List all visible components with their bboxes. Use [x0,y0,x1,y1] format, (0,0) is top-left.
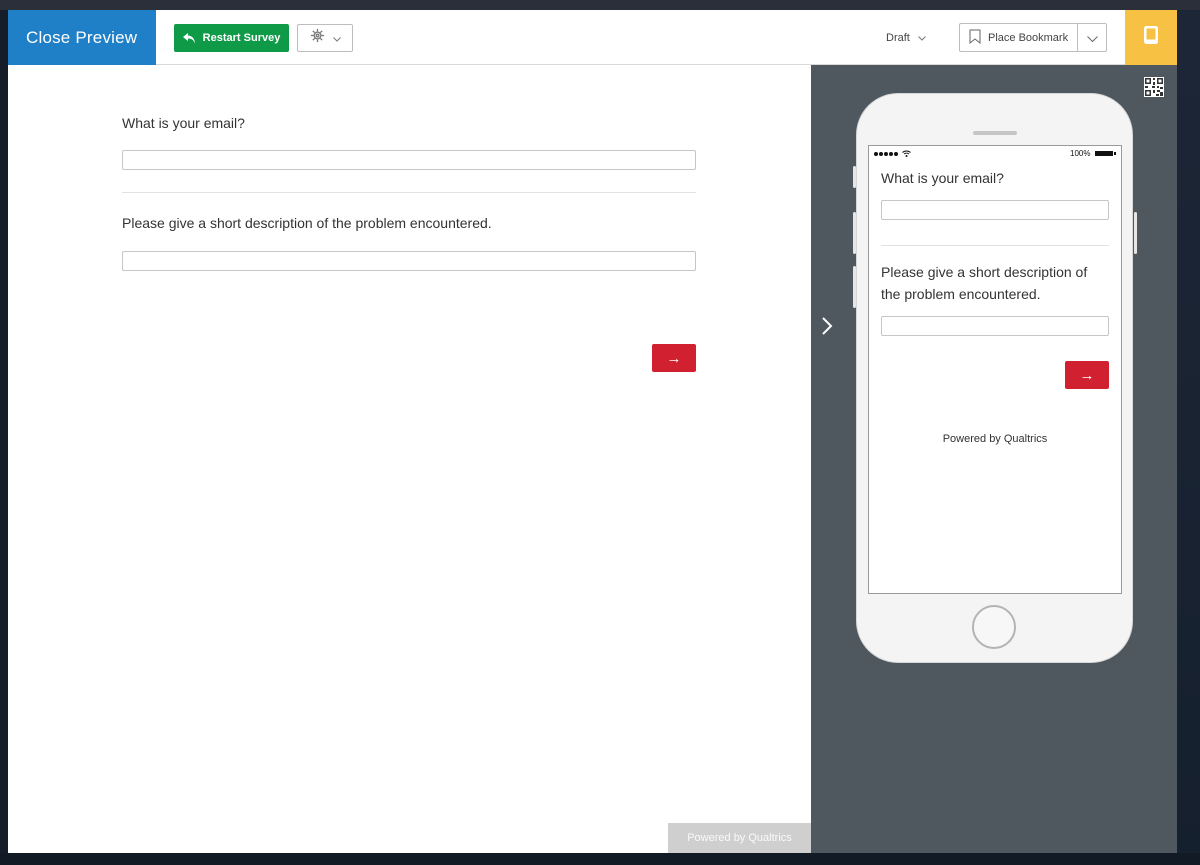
mobile-next-button[interactable]: → [1065,361,1109,389]
phone-volume-up [853,212,856,254]
chevron-down-icon [1086,29,1098,47]
gear-icon [310,28,325,48]
desktop-background-left [0,10,8,853]
restart-survey-button[interactable]: Restart Survey [174,24,289,52]
mobile-device-icon [1144,26,1158,49]
question-divider [122,192,696,193]
place-bookmark-button[interactable]: Place Bookmark [960,24,1078,51]
place-bookmark-control: Place Bookmark [959,23,1107,52]
survey-desktop-view: What is your email? Please give a short … [8,65,811,853]
description-input[interactable] [122,251,696,271]
phone-home-button [972,605,1016,649]
battery-nub [1114,152,1116,155]
bookmark-dropdown-button[interactable] [1078,24,1106,51]
question-description-label: Please give a short description of the p… [122,215,492,231]
phone-status-bar: 100% [869,146,1121,162]
preview-header: Close Preview Restart Survey Draft Place… [8,10,1177,65]
close-preview-button[interactable]: Close Preview [8,10,156,65]
collapse-preview-button[interactable] [819,315,835,337]
restart-survey-label: Restart Survey [202,32,281,44]
next-button[interactable]: → [652,344,696,372]
email-input[interactable] [122,150,696,170]
phone-frame: 100% What is your email? Please give a s… [853,93,1137,663]
mobile-powered-by-qualtrics[interactable]: Powered by Qualtrics [869,433,1121,445]
chevron-down-icon [332,29,341,47]
signal-icon [874,150,911,157]
qr-code-button[interactable] [1144,77,1164,97]
desktop-background-bottom [0,853,1200,865]
powered-by-qualtrics-tab[interactable]: Powered by Qualtrics [668,823,811,853]
phone-volume-down [853,266,856,308]
qr-code-icon [1144,77,1164,101]
mobile-question-email-label: What is your email? [881,170,1004,186]
mobile-description-input[interactable] [881,316,1109,336]
question-email-label: What is your email? [122,115,245,131]
mobile-preview-pane: 100% What is your email? Please give a s… [811,65,1177,853]
browser-top-strip [0,0,1200,10]
version-dropdown[interactable]: Draft [886,29,926,47]
phone-mute-switch [853,166,856,188]
phone-screen: 100% What is your email? Please give a s… [868,145,1122,594]
phone-power-button [1134,212,1137,254]
desktop-background-right [1177,10,1200,865]
mobile-question-description-label: Please give a short description of the p… [881,264,1088,302]
battery-percentage: 100% [1070,149,1091,158]
chevron-down-icon [917,32,926,44]
mobile-question-divider [881,245,1109,246]
chevron-right-icon [819,317,835,341]
bookmark-icon [969,29,981,47]
preview-window: Close Preview Restart Survey Draft Place… [8,10,1177,853]
mobile-email-input[interactable] [881,200,1109,220]
version-label: Draft [886,32,910,44]
phone-speaker [973,131,1017,135]
mobile-preview-toggle[interactable] [1125,10,1177,65]
place-bookmark-label: Place Bookmark [988,31,1069,44]
tools-menu-button[interactable] [297,24,353,52]
undo-arrow-icon [182,32,196,44]
battery-icon [1095,151,1113,156]
